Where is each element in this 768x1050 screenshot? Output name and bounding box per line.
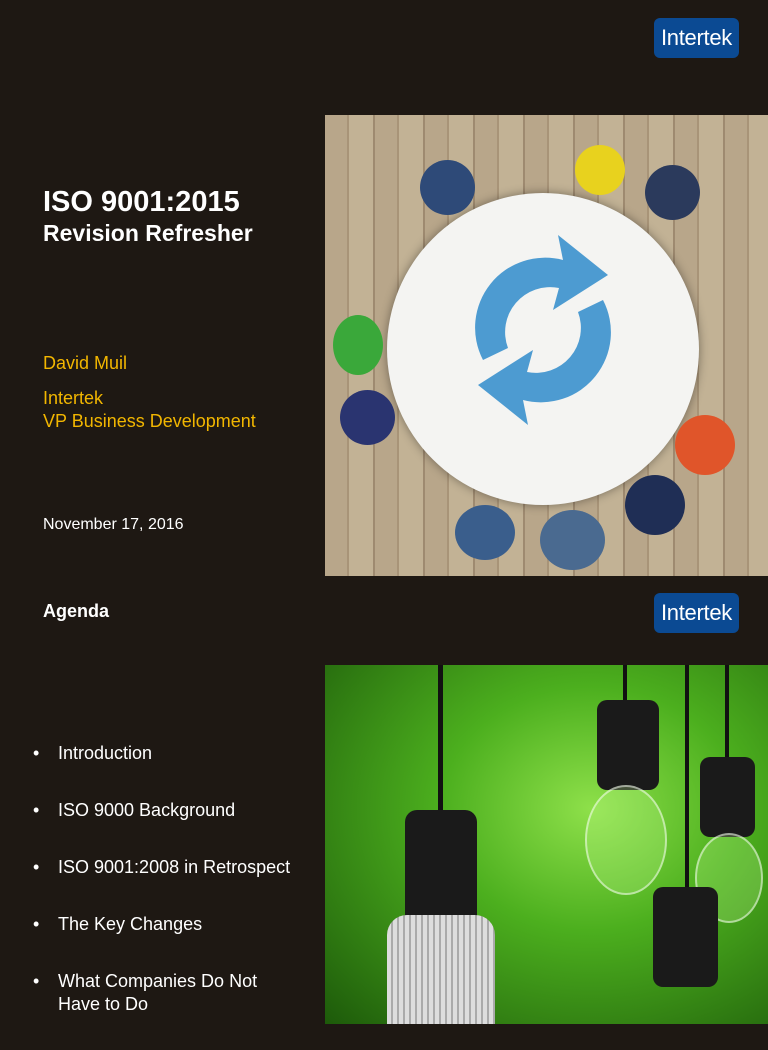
agenda-list: Introduction ISO 9000 Background ISO 900… <box>33 742 313 1050</box>
slide-title: ISO 9001:2015 <box>43 186 240 218</box>
person <box>645 165 700 220</box>
bulb-socket <box>653 887 718 987</box>
led-bulb <box>387 915 495 1024</box>
bulb-socket <box>700 757 755 837</box>
agenda-heading: Agenda <box>43 601 110 621</box>
glass-bulb <box>585 785 667 895</box>
person <box>420 160 475 215</box>
presenter-name: David Muil <box>43 353 128 373</box>
person <box>455 505 515 560</box>
slide-subtitle: Revision Refresher <box>43 220 253 246</box>
bulb-cord <box>725 665 729 760</box>
person <box>540 510 605 570</box>
bulb-socket <box>405 810 477 920</box>
person <box>333 315 383 375</box>
refresh-icon <box>475 235 611 425</box>
bulb-cord <box>623 665 627 705</box>
light-bulbs-photo <box>325 665 768 1024</box>
intertek-logo: Intertek <box>654 18 739 58</box>
person <box>340 390 395 445</box>
bulb-cord <box>685 665 689 890</box>
presentation-date: November 17, 2016 <box>43 516 184 533</box>
person <box>625 475 685 535</box>
presenter-role: VP Business Development <box>43 411 256 431</box>
person <box>575 145 625 195</box>
agenda-item: Introduction <box>33 742 313 765</box>
bulb-cord <box>438 665 443 815</box>
person <box>675 415 735 475</box>
bulb-socket <box>597 700 659 790</box>
agenda-item: What Companies Do Not Have to Do <box>33 970 283 1016</box>
intertek-logo: Intertek <box>654 593 739 633</box>
presenter-company: Intertek <box>43 388 104 408</box>
agenda-item: ISO 9000 Background <box>33 799 313 822</box>
agenda-item: The Key Changes <box>33 913 313 936</box>
agenda-item: ISO 9001:2008 in Retrospect <box>33 856 313 879</box>
meeting-table-photo <box>325 115 768 576</box>
